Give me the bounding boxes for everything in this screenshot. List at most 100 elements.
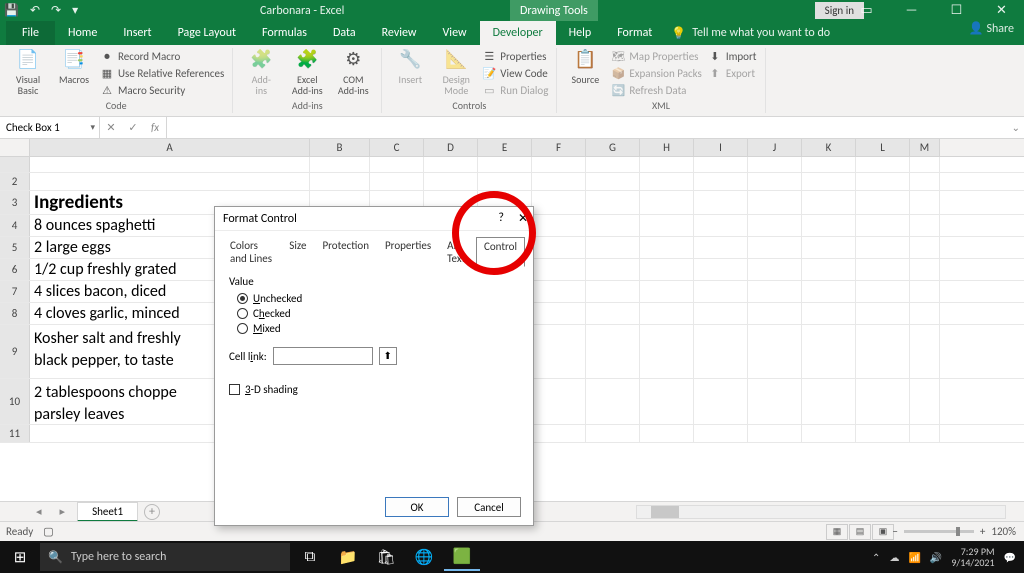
cell[interactable] xyxy=(310,173,370,190)
cell[interactable] xyxy=(856,215,910,236)
cell[interactable] xyxy=(802,191,856,214)
row-header[interactable]: 10 xyxy=(0,379,30,424)
macro-security-button[interactable]: ⚠Macro Security xyxy=(100,82,224,99)
tab-properties[interactable]: Properties xyxy=(378,237,438,267)
export-button[interactable]: ⬆Export xyxy=(708,65,757,82)
cell[interactable] xyxy=(532,325,586,378)
column-header[interactable]: A xyxy=(30,139,310,156)
cell[interactable] xyxy=(856,425,910,442)
cell[interactable] xyxy=(532,425,586,442)
cell[interactable] xyxy=(640,215,694,236)
cell[interactable] xyxy=(694,303,748,324)
cell[interactable] xyxy=(748,259,802,280)
tab-developer[interactable]: Developer xyxy=(480,21,556,45)
app-store-icon[interactable]: 🛍 xyxy=(368,543,404,571)
tab-page-layout[interactable]: Page Layout xyxy=(165,21,249,45)
cell[interactable] xyxy=(586,259,640,280)
tab-alt-text[interactable]: Alt Text xyxy=(440,237,474,267)
redo-icon[interactable]: ↷ xyxy=(51,3,61,18)
cell[interactable] xyxy=(370,173,424,190)
cell[interactable] xyxy=(586,281,640,302)
taskbar-search[interactable]: 🔍 Type here to search xyxy=(40,543,290,571)
cell[interactable] xyxy=(856,191,910,214)
zoom-in-icon[interactable]: + xyxy=(980,525,985,538)
cell[interactable] xyxy=(856,173,910,190)
cell[interactable] xyxy=(640,237,694,258)
cell[interactable] xyxy=(532,259,586,280)
cell[interactable] xyxy=(802,281,856,302)
cell[interactable] xyxy=(910,281,940,302)
row-header[interactable]: 8 xyxy=(0,303,30,324)
cell[interactable] xyxy=(910,215,940,236)
com-addins-button[interactable]: ⚙COM Add-ins xyxy=(333,48,373,96)
cell[interactable] xyxy=(640,173,694,190)
row-header[interactable]: 3 xyxy=(0,191,30,214)
cell[interactable] xyxy=(856,157,910,172)
cell[interactable] xyxy=(856,259,910,280)
cell[interactable] xyxy=(910,325,940,378)
cell[interactable] xyxy=(856,281,910,302)
cell[interactable] xyxy=(910,303,940,324)
row-header[interactable]: 5 xyxy=(0,237,30,258)
formula-input[interactable]: ⌄ xyxy=(167,117,1024,138)
cell[interactable] xyxy=(532,173,586,190)
column-header[interactable]: K xyxy=(802,139,856,156)
dialog-close-icon[interactable]: ✕ xyxy=(518,211,528,226)
ribbon-options-icon[interactable]: ▭ xyxy=(844,0,889,21)
cell[interactable] xyxy=(694,215,748,236)
share-button[interactable]: 👤 Share xyxy=(969,21,1014,36)
cell[interactable] xyxy=(424,157,478,172)
cell[interactable] xyxy=(748,379,802,424)
task-view-icon[interactable]: ⧉ xyxy=(292,543,328,571)
cancel-formula-icon[interactable]: ✕ xyxy=(100,121,122,134)
cell[interactable] xyxy=(910,157,940,172)
horizontal-scrollbar[interactable] xyxy=(636,505,1006,519)
tab-colors-lines[interactable]: Colors and Lines xyxy=(223,237,280,267)
cell[interactable] xyxy=(586,325,640,378)
normal-view-icon[interactable]: ▦ xyxy=(826,524,848,540)
column-header[interactable]: F xyxy=(532,139,586,156)
column-header[interactable]: E xyxy=(478,139,532,156)
tray-network-icon[interactable]: 📶 xyxy=(908,551,920,564)
tray-up-icon[interactable]: ⌃ xyxy=(872,551,880,564)
taskbar-clock[interactable]: 7:29 PM 9/14/2021 xyxy=(951,546,994,568)
tab-help[interactable]: Help xyxy=(556,21,605,45)
cell[interactable] xyxy=(856,325,910,378)
column-header[interactable]: L xyxy=(856,139,910,156)
insert-control-button[interactable]: 🔧Insert xyxy=(390,48,430,85)
expansion-packs-button[interactable]: 📦Expansion Packs xyxy=(611,65,701,82)
tab-data[interactable]: Data xyxy=(320,21,369,45)
start-button[interactable]: ⊞ xyxy=(0,548,40,567)
ok-button[interactable]: OK xyxy=(385,497,449,517)
cell[interactable] xyxy=(802,173,856,190)
row-header[interactable]: 4 xyxy=(0,215,30,236)
tab-file[interactable]: File xyxy=(6,21,55,45)
cell[interactable] xyxy=(532,237,586,258)
page-layout-view-icon[interactable]: ▤ xyxy=(849,524,871,540)
cell[interactable] xyxy=(640,157,694,172)
cell[interactable] xyxy=(586,157,640,172)
macro-record-status-icon[interactable]: ▢ xyxy=(43,525,53,538)
column-header[interactable]: M xyxy=(910,139,940,156)
cell[interactable] xyxy=(640,379,694,424)
excel-addins-button[interactable]: 🧩Excel Add-ins xyxy=(287,48,327,96)
zoom-level[interactable]: 120% xyxy=(991,525,1016,538)
tray-volume-icon[interactable]: 🔊 xyxy=(930,551,942,564)
enter-formula-icon[interactable]: ✓ xyxy=(122,121,144,134)
cell[interactable] xyxy=(748,237,802,258)
cell[interactable] xyxy=(478,157,532,172)
cell[interactable] xyxy=(30,173,310,190)
cell[interactable] xyxy=(910,259,940,280)
row-header[interactable]: 9 xyxy=(0,325,30,378)
cell[interactable] xyxy=(532,191,586,214)
cell[interactable] xyxy=(748,425,802,442)
cell[interactable] xyxy=(802,237,856,258)
cell-link-input[interactable] xyxy=(273,347,373,365)
macros-button[interactable]: 📑Macros xyxy=(54,48,94,85)
sheet-nav-prev-icon[interactable]: ◂ xyxy=(30,505,48,518)
tab-home[interactable]: Home xyxy=(55,21,110,45)
cell[interactable] xyxy=(802,259,856,280)
minimize-icon[interactable]: — xyxy=(889,0,934,21)
cell[interactable] xyxy=(640,303,694,324)
cell[interactable] xyxy=(910,191,940,214)
